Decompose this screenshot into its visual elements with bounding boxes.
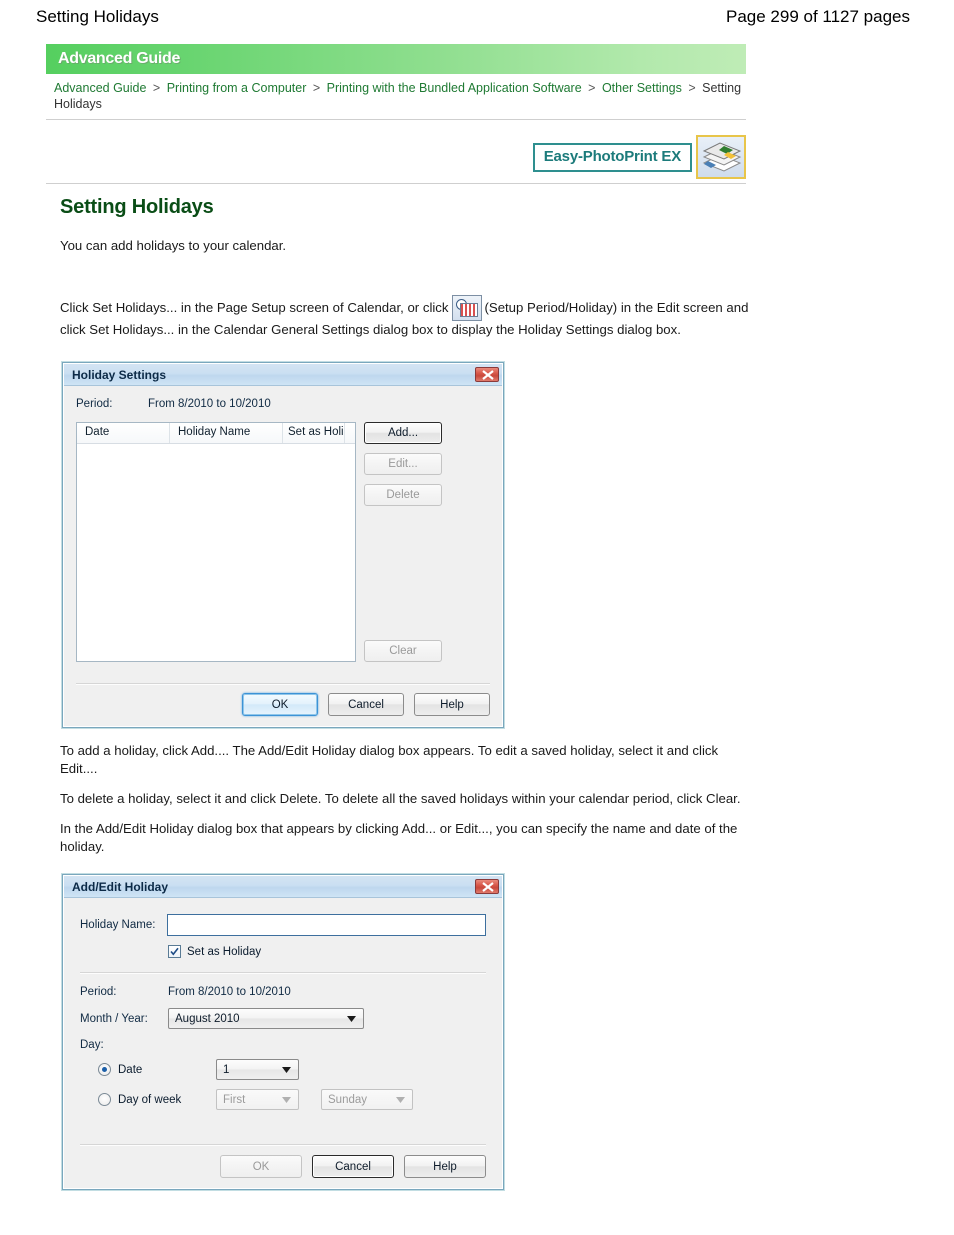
mid-content: To add a holiday, click Add.... The Add/…: [60, 742, 750, 866]
radio-unselected-icon: [98, 1093, 111, 1106]
intro-paragraph: You can add holidays to your calendar.: [60, 238, 287, 253]
holiday-name-input[interactable]: [167, 914, 486, 936]
close-icon[interactable]: [475, 367, 499, 382]
day-of-week-option-row: Day of week First Sunday: [98, 1089, 486, 1110]
breadcrumb-item-other-settings[interactable]: Other Settings: [602, 81, 682, 95]
add-edit-holiday-title-bar: Add/Edit Holiday: [64, 876, 502, 898]
holiday-settings-title-bar: Holiday Settings: [64, 364, 502, 386]
instruction-text-part1: Click Set Holidays... in the Page Setup …: [60, 300, 449, 315]
week-ordinal-dropdown: First: [216, 1089, 299, 1110]
chevron-down-icon: [343, 1015, 359, 1022]
set-as-holiday-label: Set as Holiday: [187, 945, 262, 958]
weekday-value: Sunday: [328, 1093, 368, 1106]
dialog-description-paragraph: In the Add/Edit Holiday dialog box that …: [60, 821, 738, 854]
add-edit-holiday-title: Add/Edit Holiday: [72, 879, 168, 894]
help-button[interactable]: Help: [404, 1155, 486, 1178]
date-option-row: Date 1: [98, 1059, 486, 1080]
main-content: Setting Holidays You can add holidays to…: [60, 196, 750, 349]
photo-stack-icon: [696, 135, 746, 179]
radio-selected-icon: [98, 1063, 111, 1076]
guide-header: Advanced Guide Advanced Guide > Printing…: [46, 44, 746, 120]
holiday-settings-title: Holiday Settings: [72, 367, 167, 382]
close-icon[interactable]: [475, 879, 499, 894]
holiday-name-label: Holiday Name:: [80, 919, 156, 931]
ok-button[interactable]: OK: [242, 693, 318, 716]
chevron-down-icon: [278, 1096, 294, 1103]
breadcrumb-item-printing-with-the-bundled-application-software[interactable]: Printing with the Bundled Application So…: [327, 81, 582, 95]
clear-button: Clear: [364, 640, 442, 662]
holiday-listview[interactable]: Date Holiday Name Set as Holiday: [76, 422, 356, 662]
breadcrumb-separator: >: [588, 81, 596, 95]
breadcrumb-item-printing-from-a-computer[interactable]: Printing from a Computer: [167, 81, 307, 95]
breadcrumb-item-advanced-guide[interactable]: Advanced Guide: [54, 81, 146, 95]
breadcrumb: Advanced Guide > Printing from a Compute…: [46, 74, 746, 112]
month-year-value: August 2010: [175, 1012, 240, 1025]
period-label: Period:: [76, 398, 113, 410]
holiday-name-value: [168, 915, 485, 921]
page-title: Setting Holidays: [36, 7, 159, 26]
set-as-holiday-checkbox[interactable]: Set as Holiday: [168, 945, 486, 958]
day-label: Day:: [80, 1039, 104, 1051]
section-title: Setting Holidays: [60, 196, 214, 218]
period-label: Period:: [80, 986, 117, 998]
holiday-listview-body[interactable]: [77, 444, 355, 682]
column-header-date[interactable]: Date: [77, 423, 170, 443]
breadcrumb-separator: >: [312, 81, 321, 95]
page-number-indicator: Page 299 of 1127 pages: [725, 7, 910, 26]
add-edit-holiday-footer: OK Cancel Help: [64, 1134, 502, 1188]
instruction-paragraph: Click Set Holidays... in the Page Setup …: [60, 295, 750, 339]
date-value: 1: [223, 1063, 230, 1076]
cancel-button[interactable]: Cancel: [328, 693, 404, 716]
holiday-name-row: Holiday Name:: [80, 914, 486, 936]
chevron-down-icon: [278, 1066, 294, 1073]
advanced-guide-banner: Advanced Guide: [46, 44, 746, 74]
week-ordinal-value: First: [223, 1093, 246, 1106]
column-header-holiday-name[interactable]: Holiday Name: [170, 423, 283, 443]
period-value: From 8/2010 to 10/2010: [168, 986, 291, 998]
holiday-list-button-column: Add... Edit... Delete Clear: [364, 422, 450, 662]
cancel-button[interactable]: Cancel: [312, 1155, 394, 1178]
holiday-list-area: Date Holiday Name Set as Holiday Add... …: [76, 422, 490, 662]
date-dropdown[interactable]: 1: [216, 1059, 299, 1080]
month-year-dropdown[interactable]: August 2010: [168, 1008, 364, 1029]
product-logo-row: Easy-PhotoPrint EX: [46, 133, 746, 181]
breadcrumb-separator: >: [152, 81, 161, 95]
month-year-label: Month / Year:: [80, 1012, 148, 1025]
page-header: Setting Holidays Page 299 of 1127 pages: [0, 0, 954, 34]
holiday-listview-header: Date Holiday Name Set as Holiday: [77, 423, 355, 444]
delete-clear-paragraph: To delete a holiday, select it and click…: [60, 791, 741, 806]
setup-period-holiday-icon: [451, 295, 482, 321]
add-edit-paragraph: To add a holiday, click Add.... The Add/…: [60, 743, 719, 776]
footer-divider: [76, 683, 490, 685]
logo-divider: [46, 183, 746, 184]
section-divider: [80, 972, 486, 974]
breadcrumb-separator: >: [688, 81, 696, 95]
period-value: From 8/2010 to 10/2010: [148, 398, 271, 410]
ok-button: OK: [220, 1155, 302, 1178]
help-button[interactable]: Help: [414, 693, 490, 716]
breadcrumb-divider: [46, 119, 746, 120]
holiday-settings-dialog: Holiday Settings Period: From 8/2010 to …: [62, 362, 504, 728]
delete-button: Delete: [364, 484, 442, 506]
day-of-week-radio-label: Day of week: [118, 1093, 182, 1106]
edit-button: Edit...: [364, 453, 442, 475]
period-row: Period: From 8/2010 to 10/2010: [80, 986, 486, 998]
banner-label: Advanced Guide: [58, 50, 181, 67]
add-button[interactable]: Add...: [364, 422, 442, 444]
column-header-filler: [345, 423, 355, 443]
date-radio-label: Date: [118, 1063, 143, 1076]
easy-photoprint-ex-logo: Easy-PhotoPrint EX: [532, 142, 692, 172]
checkmark-icon: [168, 945, 181, 958]
column-header-set-as-holiday[interactable]: Set as Holiday: [283, 423, 345, 443]
day-of-week-radio[interactable]: Day of week: [98, 1093, 216, 1106]
weekday-dropdown: Sunday: [321, 1089, 413, 1110]
footer-divider: [80, 1144, 486, 1146]
period-row: Period: From 8/2010 to 10/2010: [76, 398, 490, 410]
date-radio[interactable]: Date: [98, 1063, 216, 1076]
chevron-down-icon: [392, 1096, 408, 1103]
add-edit-holiday-dialog: Add/Edit Holiday Holiday Name: Set as Ho…: [62, 874, 504, 1190]
month-year-row: Month / Year: August 2010: [80, 1008, 486, 1029]
